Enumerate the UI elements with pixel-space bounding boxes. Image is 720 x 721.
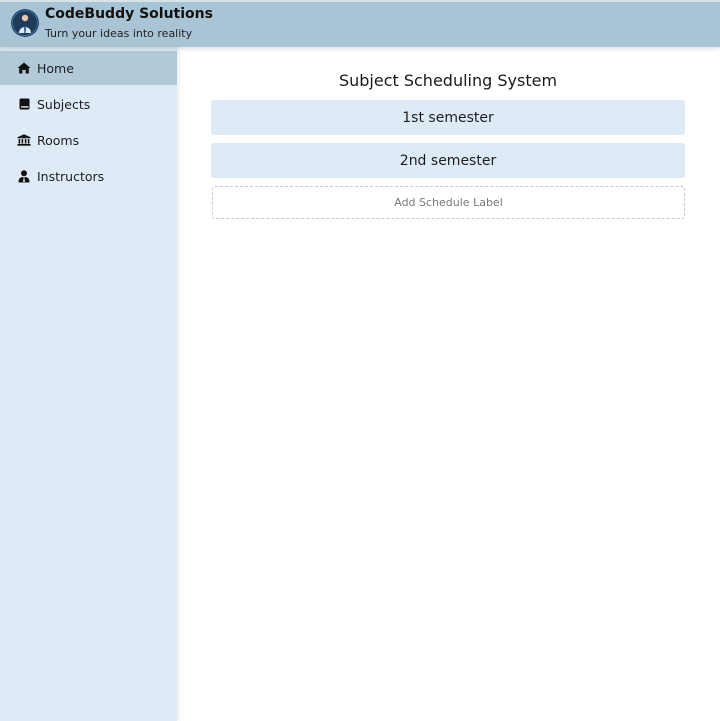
main-content: Subject Scheduling System 1st semester 2… [177, 47, 720, 721]
app-header: CodeBuddy Solutions Turn your ideas into… [0, 0, 720, 47]
sidebar-item-label: Instructors [37, 168, 105, 184]
building-icon [17, 133, 31, 147]
sidebar-item-label: Rooms [37, 132, 80, 148]
sidebar-item-instructors[interactable]: Instructors [0, 159, 177, 193]
add-schedule-label-button[interactable]: Add Schedule Label [212, 186, 685, 219]
book-icon [17, 97, 31, 111]
brand-tagline: Turn your ideas into reality [45, 27, 193, 40]
brand-logo[interactable] [11, 9, 39, 37]
page-title: Subject Scheduling System [338, 71, 558, 90]
schedule-item-2nd-semester[interactable]: 2nd semester [211, 143, 685, 178]
schedule-item-1st-semester[interactable]: 1st semester [211, 100, 685, 135]
sidebar-item-label: Home [37, 60, 74, 76]
sidebar: Home Subjects Rooms Instructors [0, 47, 177, 721]
sidebar-item-home[interactable]: Home [0, 51, 177, 85]
sidebar-item-subjects[interactable]: Subjects [0, 87, 177, 121]
sidebar-item-label: Subjects [37, 96, 91, 112]
sidebar-item-rooms[interactable]: Rooms [0, 123, 177, 157]
user-tie-icon [17, 169, 31, 183]
brand-title: CodeBuddy Solutions [45, 6, 213, 22]
home-icon [17, 61, 31, 75]
